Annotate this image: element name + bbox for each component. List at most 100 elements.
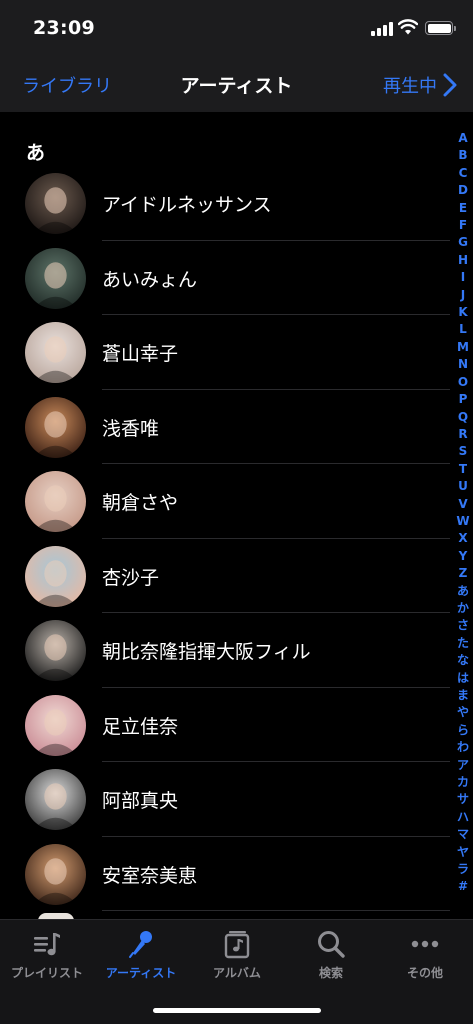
artist-name: 杏沙子 — [102, 566, 160, 589]
artist-row[interactable]: 朝比奈隆指揮大阪フィル — [0, 613, 450, 688]
section-header: あ — [26, 142, 46, 164]
tab-microphone[interactable]: アーティスト — [94, 928, 188, 981]
artist-name: 朝比奈隆指揮大阪フィル — [102, 641, 311, 663]
artist-avatar — [25, 173, 86, 234]
artist-row[interactable]: 杏沙子 — [0, 539, 450, 613]
artist-avatar — [25, 769, 86, 830]
index-letter[interactable]: ア — [457, 757, 469, 774]
artist-avatar — [25, 396, 86, 458]
index-letter[interactable]: J — [461, 287, 465, 304]
index-letter[interactable]: ら — [457, 722, 469, 739]
index-letter[interactable]: か — [457, 600, 469, 617]
index-letter[interactable]: U — [458, 478, 468, 495]
artist-avatar — [25, 471, 86, 532]
artist-row[interactable]: 阿部真央 — [0, 762, 450, 837]
tab-playlist[interactable]: プレイリスト — [0, 928, 94, 981]
now-playing-label: 再生中 — [383, 76, 437, 97]
tab-search[interactable]: 検索 — [284, 928, 378, 981]
playlist-icon — [0, 928, 94, 960]
index-letter[interactable]: サ — [457, 791, 469, 808]
artist-name: あいみょん — [102, 268, 198, 291]
artist-name: 安室奈美恵 — [102, 864, 198, 887]
index-letter[interactable]: H — [458, 252, 468, 269]
index-letter[interactable]: Q — [458, 409, 468, 426]
chevron-right-icon — [443, 73, 457, 97]
index-letter[interactable]: P — [459, 391, 468, 408]
microphone-icon — [94, 928, 188, 960]
artist-name: 蒼山幸子 — [102, 343, 179, 365]
index-letter[interactable]: N — [458, 356, 468, 373]
index-letter[interactable]: な — [457, 652, 469, 669]
index-letter[interactable]: ラ — [457, 861, 469, 878]
home-indicator — [153, 1008, 321, 1013]
index-letter[interactable]: わ — [457, 739, 469, 756]
index-letter[interactable]: カ — [457, 774, 469, 791]
wifi-icon — [398, 19, 418, 35]
artist-avatar — [25, 620, 86, 681]
index-letter[interactable]: S — [459, 443, 468, 460]
index-letter[interactable]: R — [458, 426, 467, 443]
artist-row[interactable]: 安室奈美恵 — [0, 837, 450, 911]
tab-label: その他 — [406, 966, 443, 980]
artist-row[interactable]: 足立佳奈 — [0, 688, 450, 762]
index-letter[interactable]: W — [456, 513, 469, 530]
status-time: 23:09 — [33, 17, 95, 39]
index-letter[interactable]: L — [459, 321, 467, 338]
index-letter[interactable]: E — [459, 200, 467, 217]
index-letter[interactable]: ま — [457, 687, 469, 704]
cellular-signal-icon — [371, 22, 393, 36]
artist-name: 朝倉さや — [102, 492, 179, 514]
index-letter[interactable]: D — [458, 182, 468, 199]
index-letter[interactable]: B — [458, 147, 467, 164]
artist-row[interactable]: 浅香唯 — [0, 390, 450, 464]
artist-name: 阿部真央 — [102, 790, 179, 812]
artist-avatar — [25, 694, 86, 756]
artist-row[interactable]: 蒼山幸子 — [0, 315, 450, 390]
index-letter[interactable]: K — [458, 304, 467, 321]
tab-album[interactable]: アルバム — [190, 928, 284, 981]
now-playing-button[interactable]: 再生中 — [383, 72, 457, 98]
index-letter[interactable]: Z — [459, 565, 468, 582]
index-letter[interactable]: マ — [457, 826, 469, 843]
index-letter[interactable]: Y — [459, 548, 468, 565]
artist-avatar — [25, 843, 86, 905]
index-letter[interactable]: さ — [457, 617, 469, 634]
index-letter[interactable]: C — [459, 165, 468, 182]
search-icon — [284, 928, 378, 960]
artist-row[interactable]: 朝倉さや — [0, 464, 450, 539]
tab-label: アーティスト — [105, 966, 177, 980]
index-letter[interactable]: M — [457, 339, 469, 356]
index-letter[interactable]: V — [458, 496, 467, 513]
index-letter[interactable]: # — [458, 878, 468, 895]
artist-name: 浅香唯 — [102, 417, 160, 440]
index-letter[interactable]: あ — [457, 583, 469, 600]
index-letter[interactable]: X — [458, 530, 467, 547]
navigation-bar: ライブラリ アーティスト 再生中 — [0, 56, 473, 112]
section-index[interactable]: ABCDEFGHIJKLMNOPQRSTUVWXYZあかさたなはまやらわアカサハ… — [452, 130, 473, 896]
index-letter[interactable]: A — [458, 130, 467, 147]
artist-list: アイドルネッサンス あいみょん蒼山幸子浅香唯朝倉さや杏沙子朝比奈隆指揮大阪フィル足… — [0, 166, 450, 911]
artist-name: アイドルネッサンス — [102, 194, 272, 216]
artist-row[interactable]: アイドルネッサンス — [0, 166, 450, 241]
index-letter[interactable]: ハ — [457, 809, 469, 826]
index-letter[interactable]: T — [459, 461, 467, 478]
index-letter[interactable]: は — [457, 670, 469, 687]
album-icon — [190, 928, 284, 960]
index-letter[interactable]: や — [457, 704, 469, 721]
index-letter[interactable]: O — [458, 374, 468, 391]
tab-label: 検索 — [318, 966, 343, 980]
index-letter[interactable]: た — [457, 635, 469, 652]
index-letter[interactable]: I — [461, 269, 465, 286]
artist-name: 足立佳奈 — [102, 715, 179, 738]
tab-more[interactable]: その他 — [378, 928, 472, 981]
artist-avatar — [25, 247, 86, 309]
index-letter[interactable]: ヤ — [457, 844, 469, 861]
row-divider — [102, 910, 450, 911]
artist-row[interactable]: あいみょん — [0, 241, 450, 315]
battery-icon — [425, 21, 456, 35]
status-bar: 23:09 — [0, 0, 473, 56]
index-letter[interactable]: G — [458, 234, 468, 251]
tab-label: プレイリスト — [10, 966, 83, 980]
artist-avatar — [25, 545, 86, 607]
index-letter[interactable]: F — [459, 217, 467, 234]
